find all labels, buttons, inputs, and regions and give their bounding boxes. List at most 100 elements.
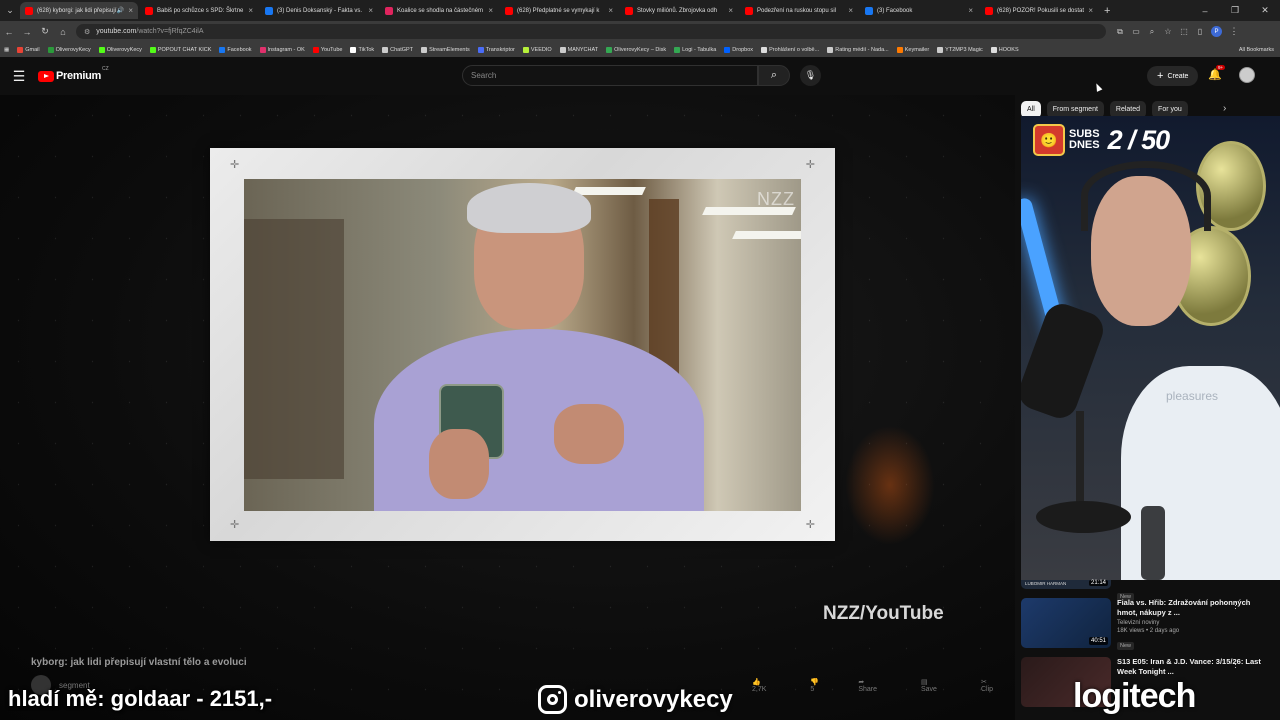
bookmark-item[interactable]: MANYCHAT [559,46,598,53]
browser-tab[interactable]: (3) Denis Doksanský - Fakta vs. × [260,2,378,19]
close-tab-icon[interactable]: × [728,6,733,15]
bookmark-item[interactable]: Gmail [17,46,40,53]
recommendation-thumbnail-partial[interactable]: LUBOMIR HARMAN 21:14 [1021,580,1111,589]
browser-tab[interactable]: Babiš po schůzce s SPD: Škrtne × [140,2,258,19]
cast-icon[interactable]: ▭ [1128,27,1144,37]
search-input[interactable]: Search [462,65,758,86]
bell-icon: 🔔 [1208,69,1222,81]
bookmark-item[interactable]: Transkriptor [477,46,515,53]
menu-icon[interactable]: ☰ [0,68,38,85]
bookmark-item[interactable]: Instagram - OK [259,46,305,53]
close-tab-icon[interactable]: × [128,6,133,15]
browser-tab[interactable]: (628) POZOR! Pokusili se dostat × [980,2,1098,19]
close-tab-icon[interactable]: × [1088,6,1093,15]
chevron-right-icon[interactable]: › [1223,103,1226,114]
youtube-logo[interactable]: Premium CZ [38,66,109,82]
bookmark-favicon-icon [477,46,484,53]
recommendation-title[interactable]: S13 E05: Iran & J.D. Vance: 3/15/26: Las… [1117,657,1267,677]
bookmark-label: YouTube [320,46,343,53]
browser-tab[interactable]: Stovky miliónů. Zbrojovka odh × [620,2,738,19]
bookmark-item[interactable]: VEEDIO [522,46,552,53]
search-button[interactable]: ⌕ [758,65,790,86]
home-icon[interactable]: ⌂ [54,27,72,37]
close-tab-icon[interactable]: × [848,6,853,15]
apps-grid-icon[interactable]: ▦ [4,47,9,53]
forward-icon[interactable]: → [18,27,36,37]
back-icon[interactable]: ← [0,27,18,37]
youtube-favicon [25,6,33,15]
recommendation-thumbnail[interactable]: 40:51 [1021,598,1111,648]
sidebar-icon[interactable]: ▯ [1192,27,1208,37]
close-tab-icon[interactable]: × [968,6,973,15]
ember-glow [845,425,935,545]
recommendation-stats: 18K views • 2 days ago [1117,628,1180,634]
youtube-play-icon [38,70,54,82]
close-window-icon[interactable]: ✕ [1250,5,1280,16]
bookmark-item[interactable]: Logi - Tabulka [674,46,717,53]
bookmark-item[interactable]: YouTube [312,46,343,53]
close-tab-icon[interactable]: × [488,6,493,15]
bookmark-item[interactable]: YT2MP3 Magic [937,46,983,53]
more-options-icon[interactable]: ⋮ [1231,659,1240,670]
all-bookmarks-button[interactable]: All Bookmarks [1239,42,1274,57]
translate-icon[interactable]: ⧉ [1112,27,1128,37]
voice-search-button[interactable]: 🎙 [800,65,821,86]
bookmark-label: OliverovyKecy – Disk [614,46,667,53]
notifications-button[interactable]: 🔔 9+ [1208,65,1226,81]
browser-tab[interactable]: (3) Facebook × [860,2,978,19]
bookmark-item[interactable]: Keymailer [896,46,929,53]
recommendation-item[interactable]: 40:51 Fiala vs. Hřib: Zdražování pohonný… [1021,598,1280,652]
tab-search-icon[interactable]: ⌄ [0,0,20,21]
bookmark-item[interactable]: Rating médií - Nada... [827,46,889,53]
browser-tab[interactable]: (628) Předplatné se vymykají k × [500,2,618,19]
video-player[interactable]: ✛ ✛ ✛ ✛ NZZ NZZ/YouTube kyborg: jak lidi… [0,95,1015,720]
bookmark-star-icon[interactable]: ☆ [1160,27,1176,37]
brand-label: Premium [56,70,101,82]
bookmark-item[interactable]: OliverovyKecy – Disk [606,46,667,53]
speaker-icon[interactable]: 🔊 [117,7,124,14]
profile-initial: P [1214,28,1219,35]
bookmark-favicon-icon [827,46,834,53]
bookmark-item[interactable]: StreamElements [421,46,470,53]
create-button[interactable]: + Create [1147,66,1199,86]
reload-icon[interactable]: ↻ [36,26,54,37]
bookmark-item[interactable]: Prohlášení o volbě... [761,46,819,53]
close-tab-icon[interactable]: × [248,6,253,15]
browser-tab[interactable]: Podezření na ruskou stopu sil × [740,2,858,19]
bookmark-item[interactable]: Facebook [219,46,252,53]
browser-tab[interactable]: Koalice se shodla na částečném × [380,2,498,19]
bookmark-item[interactable]: Dropbox [724,46,753,53]
extensions-icon[interactable]: ⬚ [1176,27,1192,37]
zoom-icon[interactable]: ⌕ [1144,27,1160,37]
url-field[interactable]: ⚙ youtube.com/watch?v=fjRfqZC4ilA [76,24,1106,39]
minimize-icon[interactable]: – [1190,6,1220,16]
more-options-icon[interactable]: ⋮ [1231,600,1240,611]
bookmark-item[interactable]: OliverovyKecy [98,46,142,53]
account-avatar[interactable] [1239,67,1255,83]
new-tab-icon[interactable]: + [1104,5,1110,17]
notification-badge: 9+ [1216,65,1226,70]
bookmark-item[interactable]: OliverovyKecy [47,46,91,53]
bookmark-label: Facebook [227,46,252,53]
bookmark-label: Logi - Tabulka [682,46,717,53]
bookmark-favicon-icon [990,46,997,53]
youtube-favicon [145,6,153,15]
recommendation-channel[interactable]: Televizní noviny [1117,620,1267,626]
browser-menu-icon[interactable]: ⋮ [1225,26,1243,37]
bookmark-label: StreamElements [429,46,470,53]
bookmark-item[interactable]: TikTok [350,46,374,53]
recommendation-title[interactable]: Fiala vs. Hřib: Zdražování pohonných hmo… [1117,598,1267,618]
close-tab-icon[interactable]: × [608,6,613,15]
maximize-icon[interactable]: ❐ [1220,5,1250,16]
bookmark-item[interactable]: HOOKS [990,46,1019,53]
bookmark-item[interactable]: ChatGPT [382,46,414,53]
close-tab-icon[interactable]: × [368,6,373,15]
bookmark-label: POPOUT CHAT KICK [157,46,212,53]
video-title: kyborg: jak lidi přepisují vlastní tělo … [31,657,247,668]
bookmark-favicon-icon [312,46,319,53]
site-info-icon[interactable]: ⚙ [84,28,90,36]
bookmark-item[interactable]: POPOUT CHAT KICK [149,46,212,53]
browser-tab[interactable]: (628) kyborgi: jak lidi přepisují 🔊 × [20,2,138,19]
profile-avatar[interactable]: P [1211,26,1222,37]
bookmark-label: ChatGPT [390,46,414,53]
